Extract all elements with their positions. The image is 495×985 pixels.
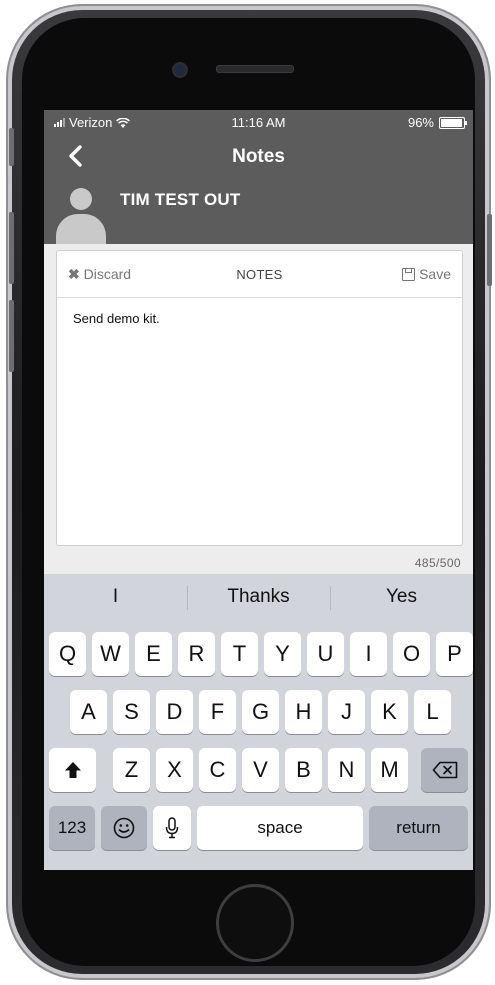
key-p[interactable]: P [436, 632, 473, 676]
space-key[interactable]: space [197, 806, 363, 850]
backspace-key[interactable] [421, 748, 468, 792]
key-w[interactable]: W [92, 632, 129, 676]
key-row-4: 123 space return [44, 806, 473, 852]
microphone-icon [165, 817, 179, 839]
key-a[interactable]: A [70, 690, 107, 734]
battery-group: 96% [407, 115, 467, 130]
suggestion-item[interactable]: Yes [330, 574, 473, 620]
key-x[interactable]: X [156, 748, 193, 792]
key-c[interactable]: C [199, 748, 236, 792]
key-k[interactable]: K [371, 690, 408, 734]
emoji-key[interactable] [101, 806, 147, 850]
key-l[interactable]: L [414, 690, 451, 734]
key-j[interactable]: J [328, 690, 365, 734]
key-row-3: Z X C V B N M [44, 748, 473, 794]
key-t[interactable]: T [221, 632, 258, 676]
key-h[interactable]: H [285, 690, 322, 734]
microphone-key[interactable] [153, 806, 191, 850]
character-counter: 485/500 [414, 556, 461, 570]
notes-card: ✖ Discard NOTES Save Send demo kit. [56, 250, 463, 546]
key-row-2: A S D F G H J K L [44, 690, 473, 736]
key-n[interactable]: N [328, 748, 365, 792]
save-label: Save [419, 266, 451, 282]
key-f[interactable]: F [199, 690, 236, 734]
avatar-icon [56, 186, 106, 244]
key-u[interactable]: U [307, 632, 344, 676]
key-e[interactable]: E [135, 632, 172, 676]
numbers-key[interactable]: 123 [49, 806, 95, 850]
key-o[interactable]: O [393, 632, 430, 676]
front-camera [172, 62, 188, 78]
shift-icon [64, 762, 81, 778]
backspace-icon [432, 761, 457, 779]
home-button[interactable] [216, 884, 294, 962]
key-q[interactable]: Q [49, 632, 86, 676]
contact-name: TIM TEST OUT [120, 190, 241, 209]
key-y[interactable]: Y [264, 632, 301, 676]
battery-percent: 96% [407, 115, 434, 130]
status-bar: Verizon 11:16 AM 96% [44, 110, 473, 134]
earpiece-speaker [216, 65, 294, 73]
key-row-1: Q W E R T Y U I O P [44, 632, 473, 678]
power-button [487, 214, 492, 286]
battery-icon [439, 116, 467, 129]
key-m[interactable]: M [371, 748, 408, 792]
save-icon [402, 267, 416, 281]
app-header: Notes TIM TEST OUT [44, 134, 473, 244]
suggestion-bar: I Thanks Yes [44, 574, 473, 620]
emoji-icon [113, 817, 135, 839]
volume-up-button [9, 212, 14, 284]
shift-key[interactable] [49, 748, 96, 792]
mute-switch [9, 128, 14, 166]
key-i[interactable]: I [350, 632, 387, 676]
notes-toolbar: ✖ Discard NOTES Save [57, 251, 462, 298]
volume-down-button [9, 300, 14, 372]
key-b[interactable]: B [285, 748, 322, 792]
return-key[interactable]: return [369, 806, 468, 850]
save-button[interactable]: Save [402, 266, 451, 282]
app-screen: Verizon 11:16 AM 96% Notes TIM TEST OUT … [44, 110, 473, 870]
key-z[interactable]: Z [113, 748, 150, 792]
note-textarea[interactable]: Send demo kit. [63, 303, 455, 539]
keyboard: I Thanks Yes Q W E R T Y U I O P A S D F… [44, 574, 473, 870]
suggestion-item[interactable]: Thanks [187, 574, 330, 620]
suggestion-item[interactable]: I [44, 574, 187, 620]
battery-fill [441, 118, 462, 127]
key-d[interactable]: D [156, 690, 193, 734]
key-s[interactable]: S [113, 690, 150, 734]
page-title: Notes [232, 146, 285, 167]
key-g[interactable]: G [242, 690, 279, 734]
key-v[interactable]: V [242, 748, 279, 792]
key-r[interactable]: R [178, 632, 215, 676]
